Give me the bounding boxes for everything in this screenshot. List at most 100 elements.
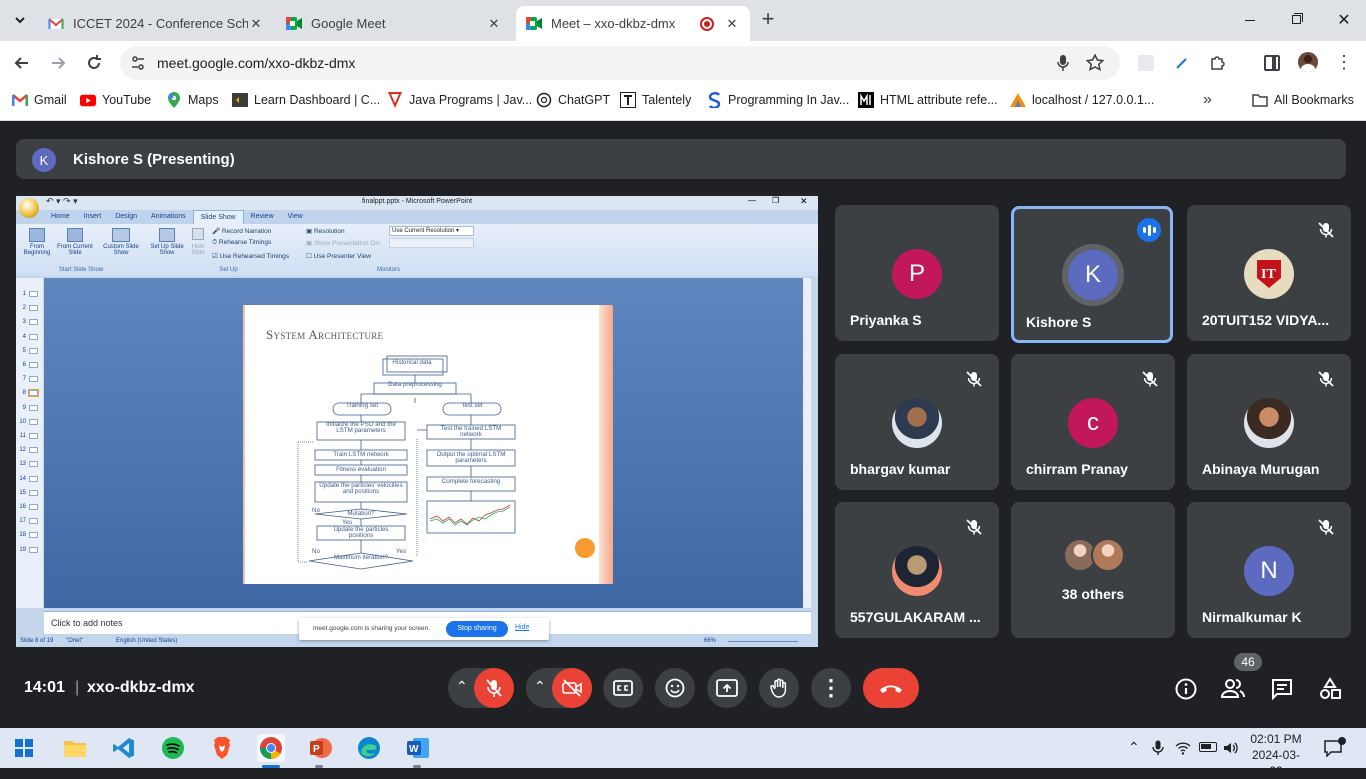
star-icon[interactable]	[1085, 53, 1105, 72]
participant-tile[interactable]: Abinaya Murugan	[1187, 354, 1351, 490]
mic-options-chevron-icon[interactable]: ⌃	[456, 678, 468, 695]
tab-meet-active[interactable]: Meet – xxo-dkbz-dmx ✕	[516, 6, 750, 41]
rehearse-timings-button[interactable]: ⏱ Rehearse Timings	[212, 239, 271, 247]
volume-icon[interactable]	[1222, 740, 1238, 756]
more-options-button[interactable]: ⋮	[811, 668, 851, 708]
use-rehearsed-checkbox[interactable]: ☑ Use Rehearsed Timings	[212, 252, 289, 260]
ribbon-tab-view[interactable]: View	[281, 210, 310, 224]
ribbon-tab-animations[interactable]: Animations	[144, 210, 193, 224]
pen-extension-icon[interactable]	[1174, 55, 1190, 71]
slide-thumb[interactable]: 1	[18, 290, 42, 300]
bookmark-localhost[interactable]: localhost / 127.0.0.1...	[1010, 85, 1154, 115]
slide-thumb[interactable]: 10	[18, 418, 42, 428]
close-window-button[interactable]: ✕	[1334, 10, 1354, 30]
bookmarks-overflow-icon[interactable]: »	[1203, 91, 1212, 109]
tab-search-button[interactable]	[10, 10, 30, 30]
participant-tile[interactable]: 38 others	[1011, 502, 1175, 638]
ribbon-tab-review[interactable]: Review	[244, 210, 281, 224]
ribbon-tab-design[interactable]: Design	[108, 210, 144, 224]
tab-google-meet[interactable]: Google Meet ✕	[276, 6, 512, 41]
resolution-select[interactable]: Use Current Resolution ▾	[389, 226, 474, 236]
ribbon-tab-home[interactable]: Home	[44, 210, 77, 224]
camera-toggle-button[interactable]	[552, 668, 592, 708]
slide-thumb[interactable]: 17	[18, 517, 42, 527]
slide-thumb[interactable]: 12	[18, 446, 42, 456]
zoom-slider[interactable]	[728, 641, 798, 642]
ppt-restore-icon[interactable]: ❐	[772, 196, 779, 205]
all-bookmarks[interactable]: All Bookmarks	[1252, 85, 1354, 115]
spotify-button[interactable]	[159, 734, 187, 762]
slide-thumb[interactable]: 5	[18, 347, 42, 357]
slide-thumb[interactable]: 9	[18, 404, 42, 414]
word-button[interactable]: W	[404, 734, 432, 762]
mic-toggle-button[interactable]	[474, 668, 514, 708]
profile-avatar[interactable]	[1298, 52, 1318, 72]
vscode-button[interactable]	[110, 734, 138, 762]
site-info-icon[interactable]	[130, 55, 146, 71]
show-on-select[interactable]	[389, 238, 474, 248]
notifications-button[interactable]	[1323, 737, 1346, 758]
raise-hand-button[interactable]	[759, 668, 799, 708]
chrome-button[interactable]	[257, 734, 285, 762]
camera-options-chevron-icon[interactable]: ⌃	[534, 678, 546, 695]
slide-thumb[interactable]: 6	[18, 361, 42, 371]
powerpoint-button[interactable]: P	[306, 734, 334, 762]
forward-button[interactable]	[48, 53, 68, 73]
bookmark-talentely[interactable]: Talentely	[620, 85, 691, 115]
new-tab-button[interactable]: +	[758, 8, 778, 30]
bookmark-java-programs[interactable]: Java Programs | Jav...	[387, 85, 532, 115]
close-icon[interactable]: ✕	[724, 16, 740, 32]
tray-mic-icon[interactable]	[1152, 740, 1164, 756]
battery-icon[interactable]	[1199, 742, 1217, 752]
ppt-close-icon[interactable]: ✕	[800, 196, 808, 207]
back-button[interactable]	[12, 53, 32, 73]
stop-sharing-button[interactable]: Stop sharing	[446, 621, 508, 637]
slide-thumb[interactable]: 19	[18, 546, 42, 556]
start-button[interactable]	[10, 734, 38, 762]
setup-slideshow-button[interactable]: Set Up Slide Show	[149, 228, 185, 256]
minimize-button[interactable]	[1240, 12, 1260, 28]
slide-thumb[interactable]: 7	[18, 375, 42, 385]
bookmark-gmail[interactable]: Gmail	[12, 85, 67, 115]
captions-button[interactable]	[603, 668, 643, 708]
reactions-button[interactable]	[655, 668, 695, 708]
bookmark-youtube[interactable]: YouTube	[80, 85, 151, 115]
slide-thumb[interactable]: 11	[18, 432, 42, 442]
hide-slide-button[interactable]: Hide Slide	[186, 228, 210, 256]
slide-thumb[interactable]: 18	[18, 531, 42, 541]
bookmark-chatgpt[interactable]: ChatGPT	[536, 85, 610, 115]
tab-iccet[interactable]: ICCET 2024 - Conference Sched ✕	[38, 6, 274, 41]
side-panel-icon[interactable]	[1264, 55, 1280, 71]
restore-button[interactable]	[1287, 12, 1307, 28]
participant-tile[interactable]: 557GULAKARAM ...	[835, 502, 999, 638]
slide-thumb[interactable]: 3	[18, 318, 42, 328]
bookmark-programming-java[interactable]: Programming In Jav...	[706, 85, 849, 115]
close-icon[interactable]: ✕	[248, 16, 264, 32]
meeting-info-button[interactable]	[1174, 677, 1198, 701]
presenter-view-checkbox[interactable]: ☐ Use Presenter View	[306, 252, 371, 260]
edge-button[interactable]	[355, 734, 383, 762]
slide-thumb[interactable]: 8	[18, 389, 42, 399]
ppt-minimize-icon[interactable]: —	[748, 196, 756, 205]
bookmark-maps[interactable]: Maps	[166, 85, 219, 115]
ribbon-tab-insert[interactable]: Insert	[77, 210, 109, 224]
people-button[interactable]: 46	[1220, 653, 1262, 701]
slide-thumb[interactable]: 2	[18, 304, 42, 314]
slide-thumb[interactable]: 15	[18, 489, 42, 499]
from-current-button[interactable]: From Current Slide	[56, 228, 94, 256]
omnibox[interactable]: meet.google.com/xxo-dkbz-dmx	[120, 46, 1120, 80]
participant-tile[interactable]: P Priyanka S	[835, 205, 999, 341]
ribbon-tab-slideshow[interactable]: Slide Show	[192, 210, 244, 224]
participant-tile[interactable]: bhargav kumar	[835, 354, 999, 490]
slide-scrollbar[interactable]	[803, 278, 811, 608]
extensions-puzzle-icon[interactable]	[1209, 53, 1227, 71]
extension-icon[interactable]	[1138, 55, 1154, 71]
brave-button[interactable]	[208, 734, 236, 762]
microphone-icon[interactable]	[1055, 54, 1071, 72]
close-icon[interactable]: ✕	[486, 16, 502, 32]
participant-tile[interactable]: K Kishore S	[1011, 206, 1173, 343]
hide-link[interactable]: Hide	[515, 624, 529, 631]
bookmark-html-attribute[interactable]: HTML attribute refe...	[858, 85, 998, 115]
from-beginning-button[interactable]: From Beginning	[20, 228, 54, 256]
reload-button[interactable]	[84, 53, 104, 73]
